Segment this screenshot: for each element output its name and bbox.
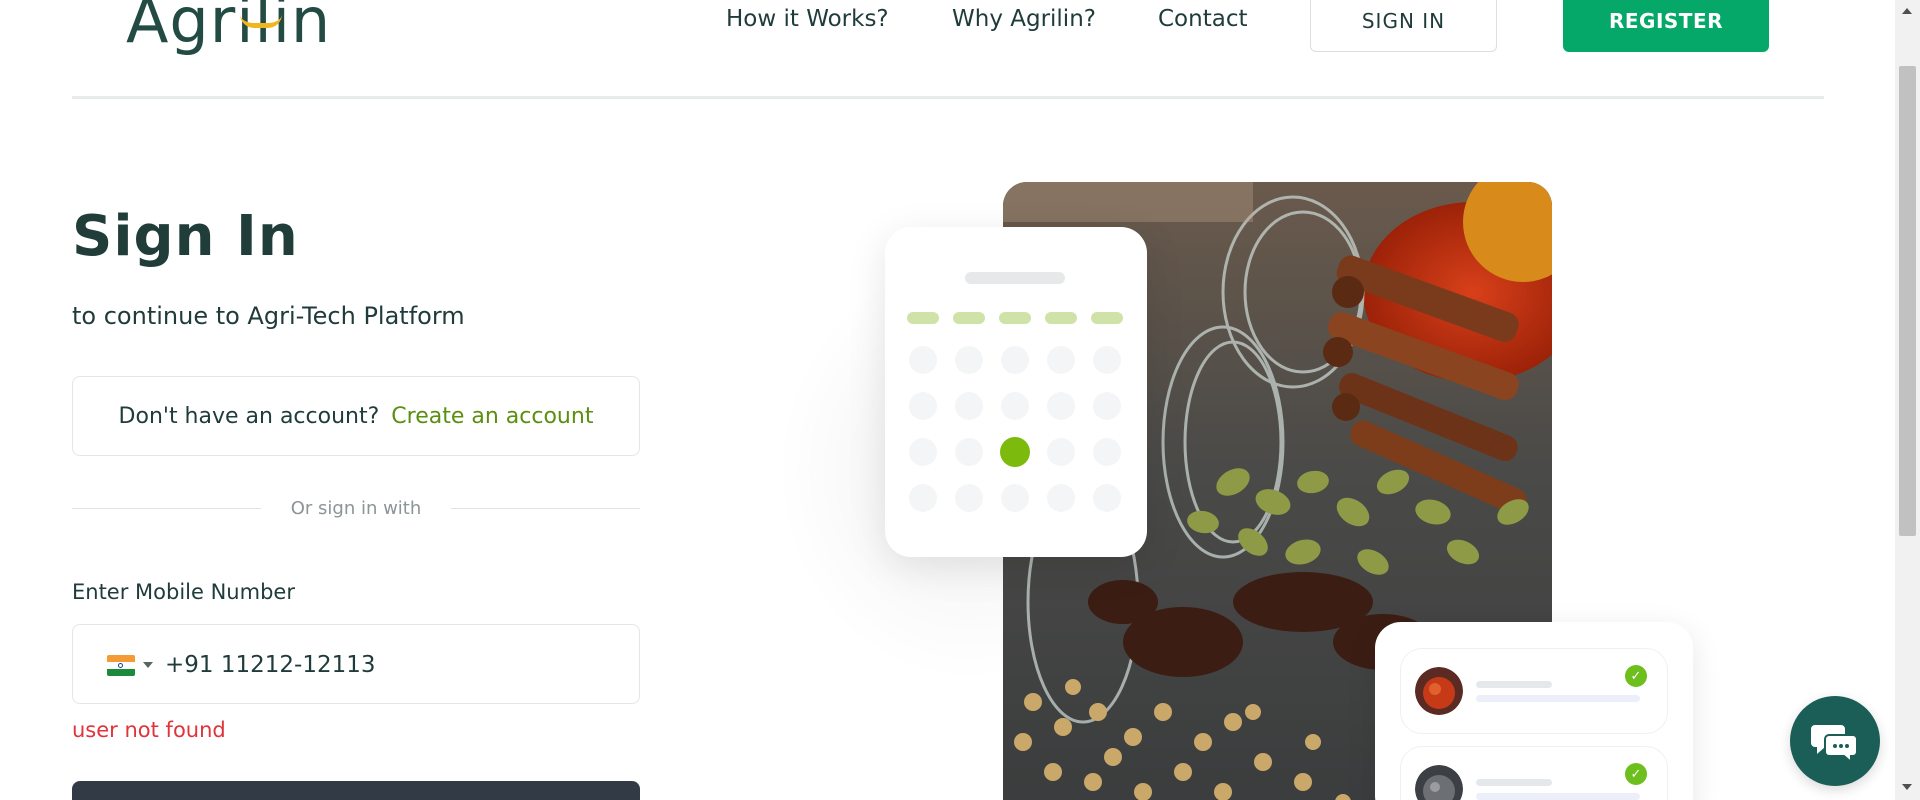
india-flag-icon[interactable] (107, 655, 135, 676)
continue-button[interactable] (72, 781, 640, 800)
phone-input-group (72, 624, 640, 704)
chat-bubbles-icon (1811, 725, 1858, 761)
check-icon: ✓ (1625, 763, 1647, 785)
signin-button-label: SIGN IN (1361, 9, 1446, 33)
error-message: user not found (72, 718, 226, 742)
create-account-link[interactable]: Create an account (391, 404, 593, 429)
divider-line-right (451, 508, 640, 509)
scroll-thumb[interactable] (1899, 66, 1916, 536)
site-header: Agrilin How it Works? Why Agrilin? Conta… (0, 0, 1895, 100)
scroll-down-arrow-icon[interactable] (1902, 784, 1912, 790)
register-button[interactable]: REGISTER (1563, 0, 1769, 52)
or-sign-in-with-label: Or sign in with (290, 498, 422, 519)
list-item: ✓ (1400, 746, 1668, 800)
header-divider (72, 96, 1824, 99)
mobile-number-input[interactable] (165, 643, 605, 687)
mobile-number-label: Enter Mobile Number (72, 580, 295, 604)
nav-how-it-works[interactable]: How it Works? (726, 6, 889, 32)
brand-logo-text: Agrilin (126, 0, 332, 57)
calendar-card (885, 227, 1147, 557)
create-account-prompt: Don't have an account? Create an account (72, 376, 640, 456)
pepper-bowl-avatar (1415, 765, 1463, 800)
no-account-text: Don't have an account? (118, 403, 380, 429)
divider-line-left (72, 508, 261, 509)
check-icon: ✓ (1625, 665, 1647, 687)
page-title: Sign In (72, 204, 299, 269)
caret-down-icon[interactable] (143, 662, 153, 668)
page-scrollbar[interactable] (1895, 0, 1920, 800)
header-signin-button[interactable]: SIGN IN (1310, 0, 1497, 52)
brand-logo[interactable]: Agrilin (126, 0, 331, 57)
order-list-card: ✓ ✓ (1375, 622, 1693, 800)
scroll-up-arrow-icon[interactable] (1902, 8, 1912, 14)
chilli-bowl-avatar (1415, 667, 1463, 715)
nav-why-agrilin[interactable]: Why Agrilin? (952, 6, 1096, 32)
register-button-label: REGISTER (1608, 9, 1724, 33)
chat-widget-button[interactable] (1790, 696, 1880, 786)
nav-contact[interactable]: Contact (1158, 6, 1247, 32)
page-subtitle: to continue to Agri-Tech Platform (72, 302, 465, 330)
list-item: ✓ (1400, 648, 1668, 734)
